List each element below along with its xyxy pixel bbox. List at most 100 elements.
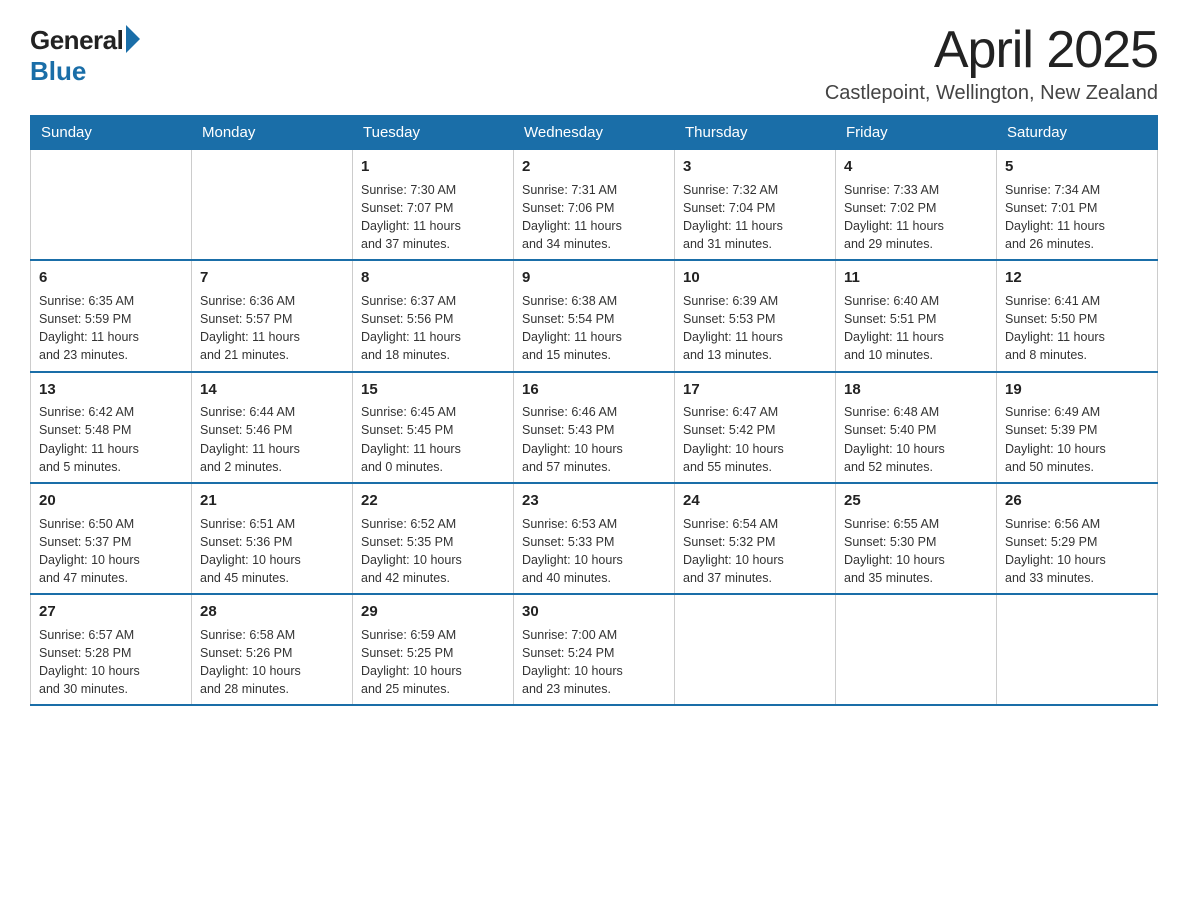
day-detail: Sunrise: 7:00 AM Sunset: 5:24 PM Dayligh… [522,626,666,699]
day-number: 22 [361,490,505,512]
page-header: General Blue April 2025 Castlepoint, Wel… [30,20,1158,105]
day-number: 3 [683,156,827,178]
calendar-header-cell: Wednesday [514,116,675,150]
day-detail: Sunrise: 6:51 AM Sunset: 5:36 PM Dayligh… [200,515,344,588]
calendar-day-cell: 19Sunrise: 6:49 AM Sunset: 5:39 PM Dayli… [997,372,1158,483]
day-number: 19 [1005,379,1149,401]
calendar-day-cell: 9Sunrise: 6:38 AM Sunset: 5:54 PM Daylig… [514,260,675,371]
day-number: 24 [683,490,827,512]
day-detail: Sunrise: 6:55 AM Sunset: 5:30 PM Dayligh… [844,515,988,588]
day-detail: Sunrise: 6:56 AM Sunset: 5:29 PM Dayligh… [1005,515,1149,588]
day-number: 11 [844,267,988,289]
day-detail: Sunrise: 6:48 AM Sunset: 5:40 PM Dayligh… [844,403,988,476]
calendar-day-cell: 23Sunrise: 6:53 AM Sunset: 5:33 PM Dayli… [514,483,675,594]
calendar-day-cell [836,594,997,705]
calendar-day-cell: 29Sunrise: 6:59 AM Sunset: 5:25 PM Dayli… [353,594,514,705]
calendar-day-cell: 6Sunrise: 6:35 AM Sunset: 5:59 PM Daylig… [31,260,192,371]
day-detail: Sunrise: 6:44 AM Sunset: 5:46 PM Dayligh… [200,403,344,476]
day-number: 29 [361,601,505,623]
day-detail: Sunrise: 6:39 AM Sunset: 5:53 PM Dayligh… [683,292,827,365]
day-number: 20 [39,490,183,512]
calendar-day-cell: 7Sunrise: 6:36 AM Sunset: 5:57 PM Daylig… [192,260,353,371]
day-detail: Sunrise: 6:35 AM Sunset: 5:59 PM Dayligh… [39,292,183,365]
day-number: 2 [522,156,666,178]
day-number: 14 [200,379,344,401]
day-detail: Sunrise: 6:45 AM Sunset: 5:45 PM Dayligh… [361,403,505,476]
calendar-title: April 2025 [825,20,1158,80]
calendar-day-cell: 11 Sunrise: 6:40 AM Sunset: 5:51 PM Dayli… [836,260,997,371]
day-number: 27 [39,601,183,623]
calendar-week-row: 13Sunrise: 6:42 AM Sunset: 5:48 PM Dayli… [31,372,1158,483]
day-detail: Sunrise: 6:50 AM Sunset: 5:37 PM Dayligh… [39,515,183,588]
calendar-day-cell: 24 Sunrise: 6:54 AM Sunset: 5:32 PM Dayli… [675,483,836,594]
day-detail: Sunrise: 6:49 AM Sunset: 5:39 PM Dayligh… [1005,403,1149,476]
calendar-week-row: 20 Sunrise: 6:50 AM Sunset: 5:37 PM Dayli… [31,483,1158,594]
day-detail: Sunrise: 6:40 AM Sunset: 5:51 PM Dayligh… [844,292,988,365]
calendar-header-cell: Monday [192,116,353,150]
calendar-day-cell: 21 Sunrise: 6:51 AM Sunset: 5:36 PM Dayli… [192,483,353,594]
day-detail: Sunrise: 6:42 AM Sunset: 5:48 PM Dayligh… [39,403,183,476]
calendar-day-cell: 14Sunrise: 6:44 AM Sunset: 5:46 PM Dayli… [192,372,353,483]
day-number: 21 [200,490,344,512]
calendar-day-cell: 22 Sunrise: 6:52 AM Sunset: 5:35 PM Dayli… [353,483,514,594]
calendar-day-cell: 3 Sunrise: 7:32 AM Sunset: 7:04 PM Daylig… [675,150,836,261]
calendar-header-cell: Saturday [997,116,1158,150]
calendar-day-cell: 5 Sunrise: 7:34 AM Sunset: 7:01 PM Daylig… [997,150,1158,261]
calendar-header-cell: Thursday [675,116,836,150]
calendar-header-row: SundayMondayTuesdayWednesdayThursdayFrid… [31,116,1158,150]
calendar-day-cell: 4 Sunrise: 7:33 AM Sunset: 7:02 PM Daylig… [836,150,997,261]
calendar-day-cell: 28Sunrise: 6:58 AM Sunset: 5:26 PM Dayli… [192,594,353,705]
day-detail: Sunrise: 6:52 AM Sunset: 5:35 PM Dayligh… [361,515,505,588]
calendar-day-cell: 16Sunrise: 6:46 AM Sunset: 5:43 PM Dayli… [514,372,675,483]
calendar-day-cell: 18Sunrise: 6:48 AM Sunset: 5:40 PM Dayli… [836,372,997,483]
calendar-week-row: 1Sunrise: 7:30 AM Sunset: 7:07 PM Daylig… [31,150,1158,261]
calendar-day-cell: 17Sunrise: 6:47 AM Sunset: 5:42 PM Dayli… [675,372,836,483]
calendar-day-cell: 27Sunrise: 6:57 AM Sunset: 5:28 PM Dayli… [31,594,192,705]
calendar-header: SundayMondayTuesdayWednesdayThursdayFrid… [31,116,1158,150]
calendar-day-cell: 25Sunrise: 6:55 AM Sunset: 5:30 PM Dayli… [836,483,997,594]
logo-triangle-icon [126,25,140,53]
calendar-day-cell: 1Sunrise: 7:30 AM Sunset: 7:07 PM Daylig… [353,150,514,261]
day-number: 4 [844,156,988,178]
day-detail: Sunrise: 7:31 AM Sunset: 7:06 PM Dayligh… [522,181,666,254]
calendar-day-cell: 20 Sunrise: 6:50 AM Sunset: 5:37 PM Dayli… [31,483,192,594]
calendar-day-cell: 13Sunrise: 6:42 AM Sunset: 5:48 PM Dayli… [31,372,192,483]
day-number: 15 [361,379,505,401]
day-number: 7 [200,267,344,289]
calendar-day-cell: 10 Sunrise: 6:39 AM Sunset: 5:53 PM Dayli… [675,260,836,371]
calendar-day-cell: 30 Sunrise: 7:00 AM Sunset: 5:24 PM Dayli… [514,594,675,705]
day-detail: Sunrise: 6:47 AM Sunset: 5:42 PM Dayligh… [683,403,827,476]
day-detail: Sunrise: 7:32 AM Sunset: 7:04 PM Dayligh… [683,181,827,254]
calendar-week-row: 6Sunrise: 6:35 AM Sunset: 5:59 PM Daylig… [31,260,1158,371]
logo-blue-text: Blue [30,56,86,87]
day-number: 1 [361,156,505,178]
day-number: 28 [200,601,344,623]
calendar-day-cell: 12 Sunrise: 6:41 AM Sunset: 5:50 PM Dayli… [997,260,1158,371]
calendar-header-cell: Friday [836,116,997,150]
day-detail: Sunrise: 7:33 AM Sunset: 7:02 PM Dayligh… [844,181,988,254]
day-number: 26 [1005,490,1149,512]
calendar-day-cell [192,150,353,261]
day-number: 17 [683,379,827,401]
calendar-table: SundayMondayTuesdayWednesdayThursdayFrid… [30,115,1158,706]
day-detail: Sunrise: 6:41 AM Sunset: 5:50 PM Dayligh… [1005,292,1149,365]
day-detail: Sunrise: 6:46 AM Sunset: 5:43 PM Dayligh… [522,403,666,476]
calendar-day-cell: 15Sunrise: 6:45 AM Sunset: 5:45 PM Dayli… [353,372,514,483]
calendar-day-cell [675,594,836,705]
day-number: 12 [1005,267,1149,289]
title-block: April 2025 Castlepoint, Wellington, New … [825,20,1158,105]
calendar-week-row: 27Sunrise: 6:57 AM Sunset: 5:28 PM Dayli… [31,594,1158,705]
day-number: 5 [1005,156,1149,178]
day-detail: Sunrise: 6:54 AM Sunset: 5:32 PM Dayligh… [683,515,827,588]
day-detail: Sunrise: 7:34 AM Sunset: 7:01 PM Dayligh… [1005,181,1149,254]
calendar-body: 1Sunrise: 7:30 AM Sunset: 7:07 PM Daylig… [31,150,1158,706]
day-detail: Sunrise: 6:53 AM Sunset: 5:33 PM Dayligh… [522,515,666,588]
day-detail: Sunrise: 6:37 AM Sunset: 5:56 PM Dayligh… [361,292,505,365]
calendar-day-cell: 26 Sunrise: 6:56 AM Sunset: 5:29 PM Dayli… [997,483,1158,594]
day-number: 10 [683,267,827,289]
day-detail: Sunrise: 6:38 AM Sunset: 5:54 PM Dayligh… [522,292,666,365]
day-number: 30 [522,601,666,623]
logo: General Blue [30,20,140,87]
calendar-header-cell: Tuesday [353,116,514,150]
day-number: 8 [361,267,505,289]
